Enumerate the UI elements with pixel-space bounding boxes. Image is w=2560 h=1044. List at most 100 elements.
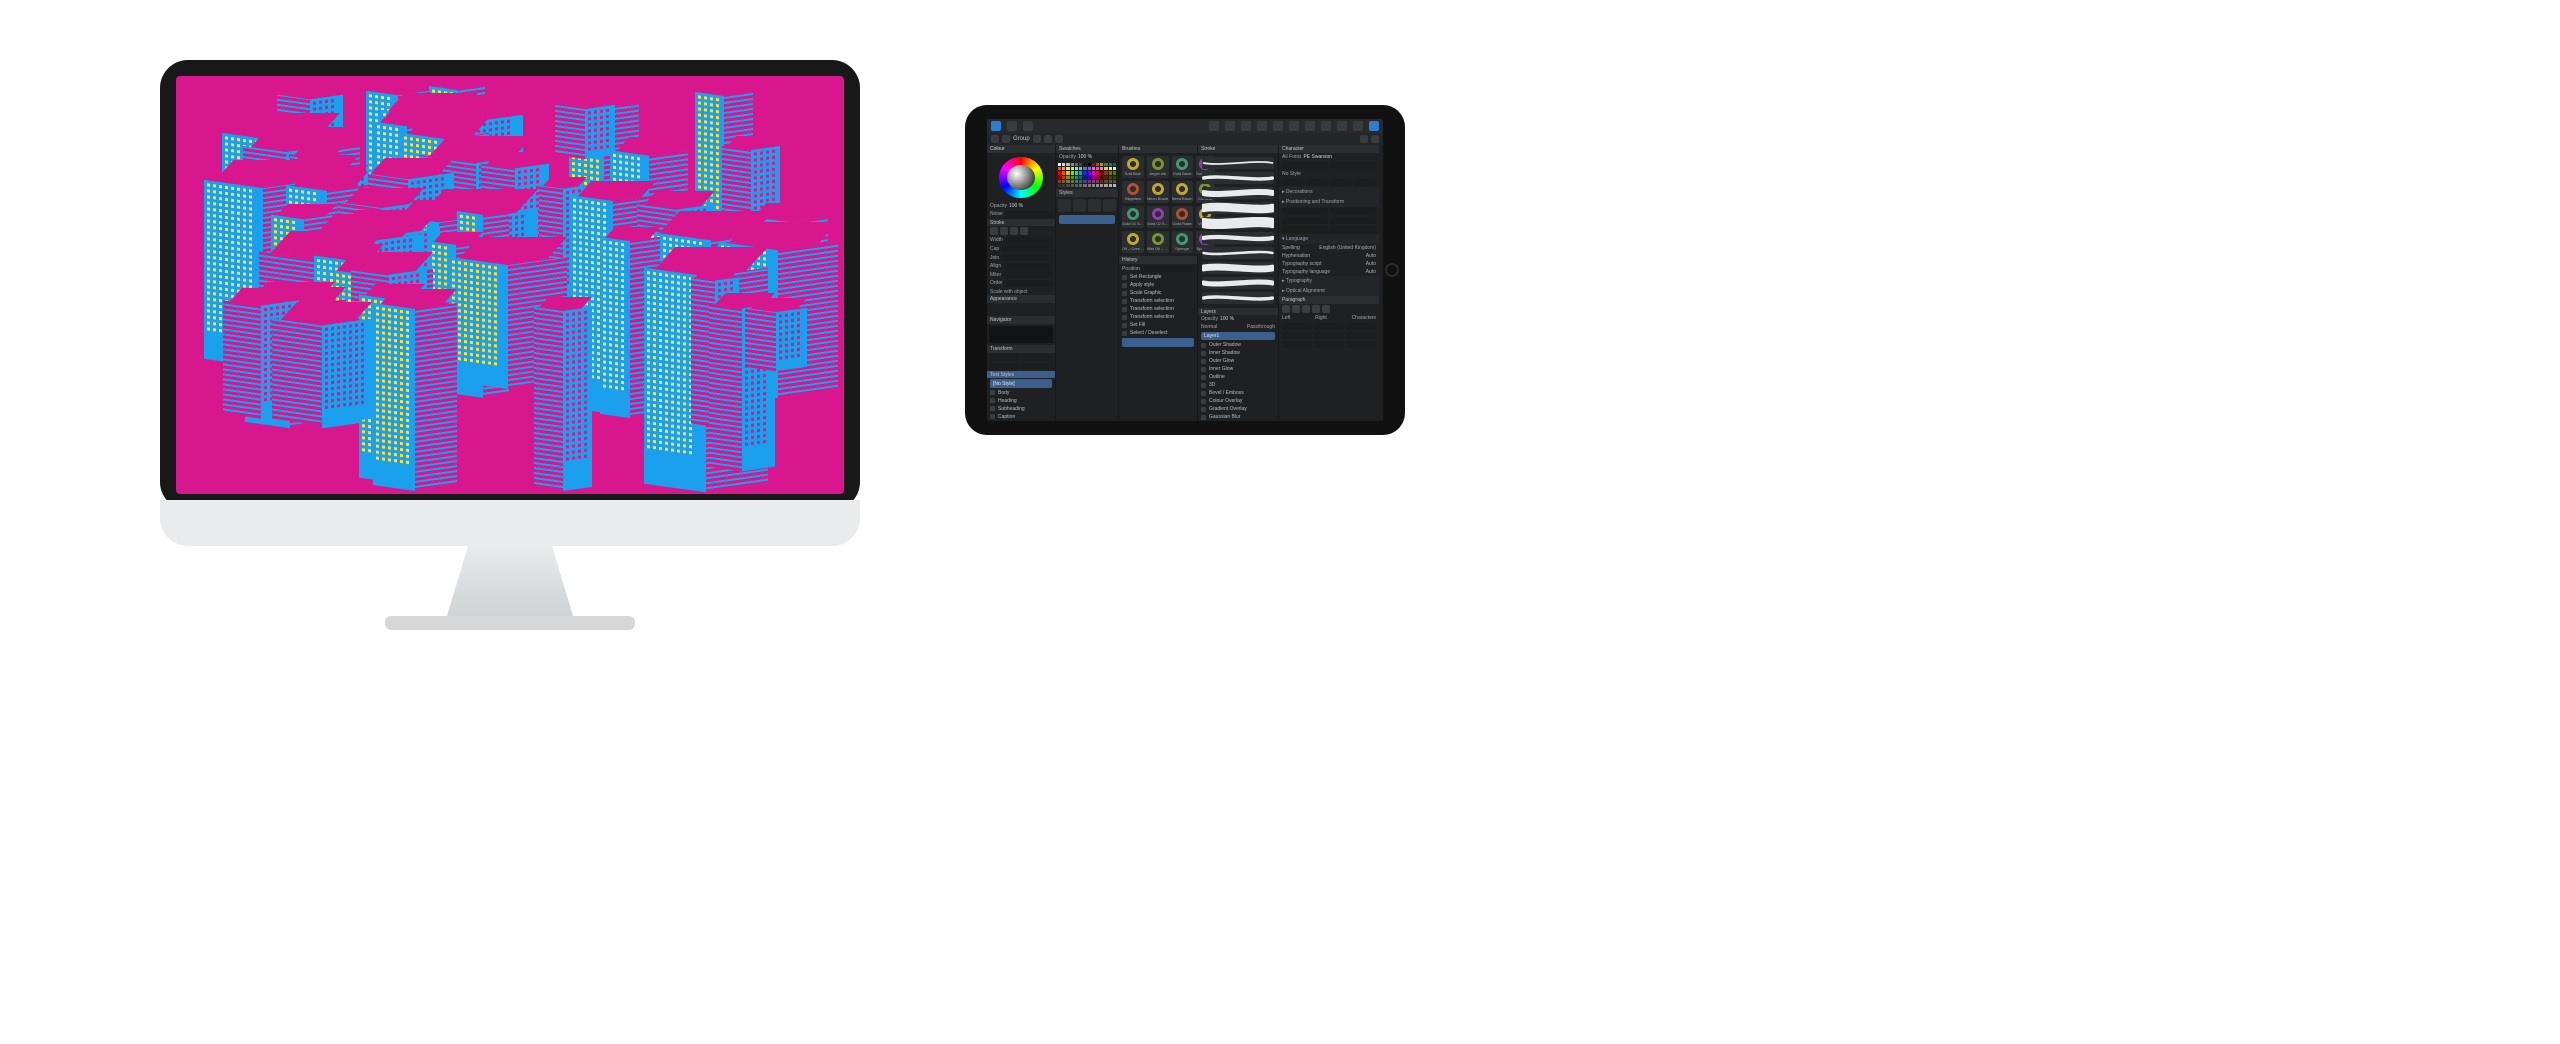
para-field[interactable] <box>1314 341 1344 348</box>
document-menu-icon[interactable] <box>1023 121 1033 131</box>
swatch[interactable] <box>1104 180 1107 183</box>
stroke-preview[interactable] <box>1202 187 1274 199</box>
char-field[interactable] <box>1306 179 1328 186</box>
history-item[interactable]: Scale Graphic <box>1119 289 1197 297</box>
brush-thumb[interactable]: Neon Brush <box>1147 181 1169 203</box>
pos-field[interactable] <box>1330 217 1376 224</box>
swatch[interactable] <box>1075 171 1078 174</box>
char-decorations[interactable]: ▸ Decorations <box>1279 187 1379 197</box>
pos-field[interactable] <box>1330 208 1376 215</box>
swatch[interactable] <box>1088 163 1091 166</box>
corner-tool-icon[interactable] <box>1241 121 1251 131</box>
para-field[interactable] <box>1314 332 1344 339</box>
swatch[interactable] <box>1092 184 1095 187</box>
brush-thumb[interactable]: Sponge <box>1172 231 1193 253</box>
swatch[interactable] <box>1062 167 1065 170</box>
swatch[interactable] <box>1092 180 1095 183</box>
pos-field[interactable] <box>1282 217 1328 224</box>
swatch[interactable] <box>1058 176 1061 179</box>
swatch[interactable] <box>1079 171 1082 174</box>
layer-fx-item[interactable]: Gaussian Blur <box>1198 413 1278 421</box>
history-item[interactable]: Transform selection <box>1119 297 1197 305</box>
text-tool-icon[interactable] <box>1337 121 1347 131</box>
swatch[interactable] <box>1079 176 1082 179</box>
swatch[interactable] <box>1079 184 1082 187</box>
swatch[interactable] <box>1075 184 1078 187</box>
swatch[interactable] <box>1083 167 1086 170</box>
brush-thumb[interactable]: Gold 01 S… <box>1122 206 1144 228</box>
checkbox-icon[interactable] <box>1201 383 1206 388</box>
style-thumb[interactable] <box>1088 199 1101 212</box>
brush-thumb[interactable]: Oil – Cres… <box>1122 231 1144 253</box>
align-right-icon[interactable] <box>1302 305 1310 313</box>
grid-icon[interactable] <box>1360 135 1368 143</box>
checkbox-icon[interactable] <box>1201 407 1206 412</box>
stroke-width-field[interactable] <box>1005 237 1052 244</box>
layer-fx-item[interactable]: Inner Glow <box>1198 365 1278 373</box>
textstyle-nostyle[interactable]: [No Style] <box>990 379 1052 388</box>
help-icon[interactable] <box>1369 121 1379 131</box>
stroke-join-field[interactable] <box>1001 254 1052 261</box>
swatch[interactable] <box>1066 176 1069 179</box>
stroke-preview[interactable] <box>1202 277 1274 289</box>
spelling-value[interactable]: English (United Kingdom) <box>1319 245 1376 251</box>
checkbox-icon[interactable] <box>1201 399 1206 404</box>
stroke-preview[interactable] <box>1202 172 1274 184</box>
pen-tool-icon[interactable] <box>1257 121 1267 131</box>
swatch[interactable] <box>1071 180 1074 183</box>
swatch[interactable] <box>1062 184 1065 187</box>
swatch[interactable] <box>1071 171 1074 174</box>
swatch[interactable] <box>1104 171 1107 174</box>
swatch[interactable] <box>1058 180 1061 183</box>
checkbox-icon[interactable] <box>1201 343 1206 348</box>
layer-fx-item[interactable]: Outline <box>1198 373 1278 381</box>
swatch[interactable] <box>1113 171 1116 174</box>
brush-thumb[interactable]: Stipplism <box>1122 181 1144 203</box>
blend-passthrough-label[interactable]: Passthrough <box>1247 324 1275 330</box>
swatch[interactable] <box>1083 176 1086 179</box>
transform-y-field[interactable] <box>1022 354 1052 361</box>
history-item[interactable]: Set Fill <box>1119 321 1197 329</box>
style-thumb[interactable] <box>1103 199 1116 212</box>
swatch[interactable] <box>1058 184 1061 187</box>
stroke-preview[interactable] <box>1202 247 1274 259</box>
swatch[interactable] <box>1058 171 1061 174</box>
swatch[interactable] <box>1092 176 1095 179</box>
swatch[interactable] <box>1109 184 1112 187</box>
swatch[interactable] <box>1071 184 1074 187</box>
swatch[interactable] <box>1096 163 1099 166</box>
swatch[interactable] <box>1100 163 1103 166</box>
swatch[interactable] <box>1088 171 1091 174</box>
layer-fx-item[interactable]: Bevel / Emboss <box>1198 389 1278 397</box>
persona-designer-icon[interactable] <box>991 121 1001 131</box>
font-family-value[interactable]: PE Swanson <box>1303 154 1332 160</box>
para-field[interactable] <box>1346 332 1376 339</box>
swatch[interactable] <box>1066 180 1069 183</box>
stroke-style-dash-icon[interactable] <box>1010 227 1018 235</box>
swatch[interactable] <box>1100 167 1103 170</box>
stroke-order-field[interactable] <box>1005 280 1052 287</box>
para-field[interactable] <box>1282 341 1312 348</box>
stroke-style-none-icon[interactable] <box>990 227 998 235</box>
style-thumb[interactable] <box>1073 199 1086 212</box>
layer-fx-item[interactable]: Outer Shadow <box>1198 341 1278 349</box>
swatch[interactable] <box>1104 176 1107 179</box>
brush-tool-icon[interactable] <box>1289 121 1299 131</box>
hyphenation-value[interactable]: Auto <box>1366 253 1376 259</box>
history-footer[interactable] <box>1122 338 1194 347</box>
arrange-icon[interactable] <box>1044 135 1052 143</box>
para-field[interactable] <box>1282 332 1312 339</box>
swatch[interactable] <box>1062 176 1065 179</box>
swatch[interactable] <box>1092 167 1095 170</box>
swatch[interactable] <box>1083 163 1086 166</box>
para-field[interactable] <box>1346 323 1376 330</box>
swatch[interactable] <box>1075 180 1078 183</box>
swatch[interactable] <box>1104 167 1107 170</box>
checkbox-icon[interactable] <box>1201 375 1206 380</box>
swatch[interactable] <box>1096 171 1099 174</box>
swatch[interactable] <box>1083 184 1086 187</box>
blend-normal-label[interactable]: Normal <box>1201 324 1217 330</box>
redo-icon[interactable] <box>1002 135 1010 143</box>
checkbox-icon[interactable] <box>1201 351 1206 356</box>
swatch[interactable] <box>1109 180 1112 183</box>
